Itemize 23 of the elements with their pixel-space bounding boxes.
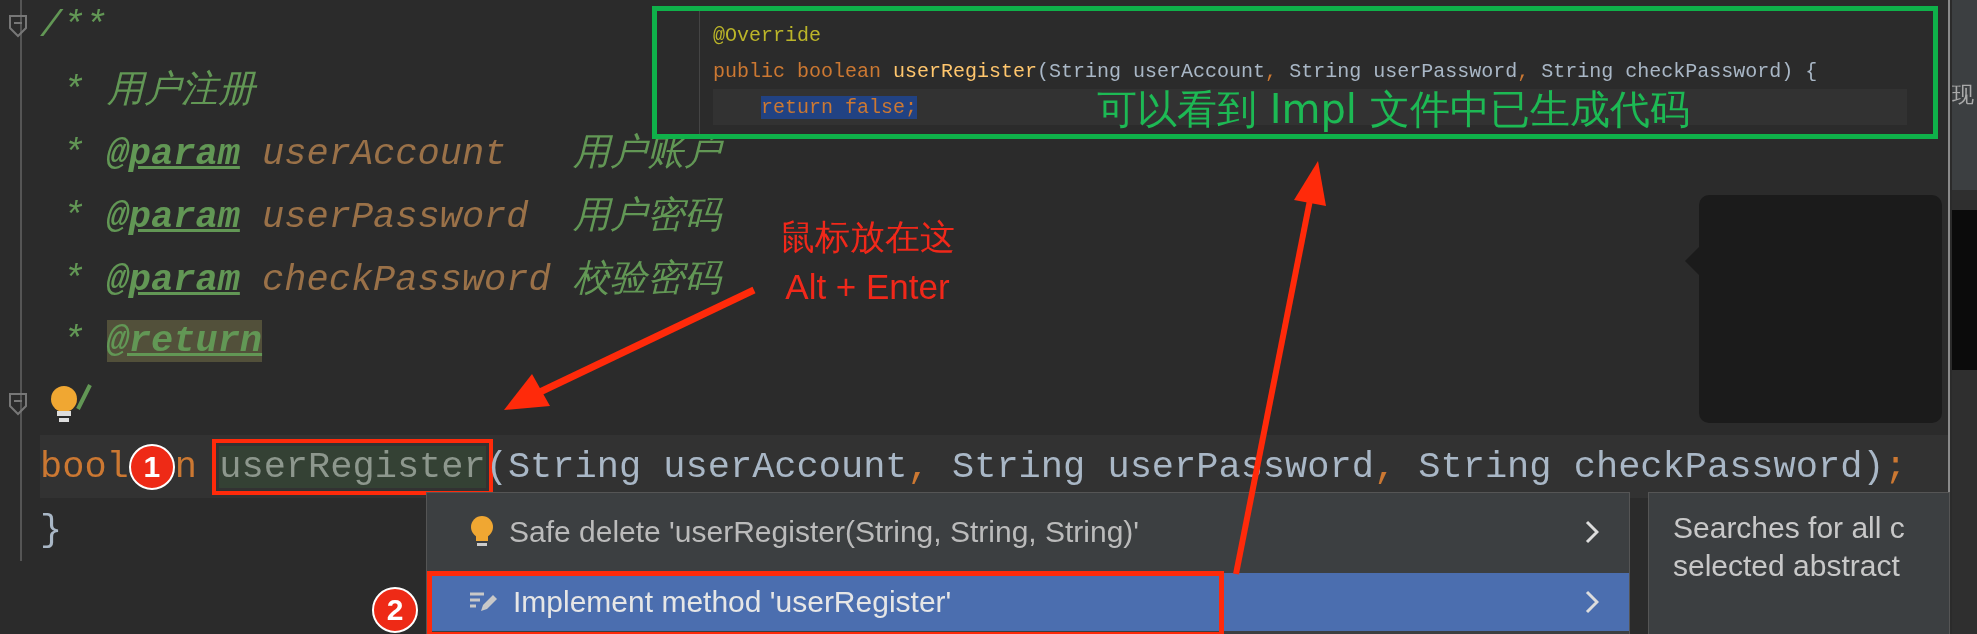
- bulb-icon: [469, 515, 495, 549]
- chevron-icon: [1585, 520, 1599, 544]
- menu-item[interactable]: Safe delete 'userRegister(String, String, String)': [427, 503, 1629, 561]
- comment-line: /**: [40, 4, 107, 47]
- code-text: n: [174, 445, 199, 488]
- step-badge: 1: [128, 443, 175, 490]
- menu-item[interactable]: Implement method 'userRegister': [427, 573, 1629, 631]
- annotation-text: 鼠标放在这: [780, 216, 955, 258]
- code-line: }: [40, 508, 63, 551]
- popup-text: Searches for all c: [1673, 511, 1906, 545]
- annotation-caption: 可以看到 Impl 文件中已生成代码: [1097, 87, 1690, 131]
- fold-icon[interactable]: [8, 14, 28, 38]
- popup-text: selected abstract: [1673, 549, 1901, 583]
- step-badge: 2: [372, 587, 418, 633]
- window-text: 现: [1952, 81, 1974, 109]
- code-text: bool: [40, 445, 129, 488]
- comment-line: * @param userPassword 用户密码: [61, 194, 721, 240]
- chevron-icon: [1585, 590, 1599, 614]
- fold-icon[interactable]: [8, 392, 28, 416]
- code-line: @Override: [713, 23, 822, 47]
- annotation-text: Alt + Enter: [785, 267, 950, 307]
- code-line: public boolean userRegister(String userAccount, String userPassword, String checkPassword) {: [713, 59, 1818, 83]
- comment-line: * @param checkPassword 校验密码: [61, 257, 721, 303]
